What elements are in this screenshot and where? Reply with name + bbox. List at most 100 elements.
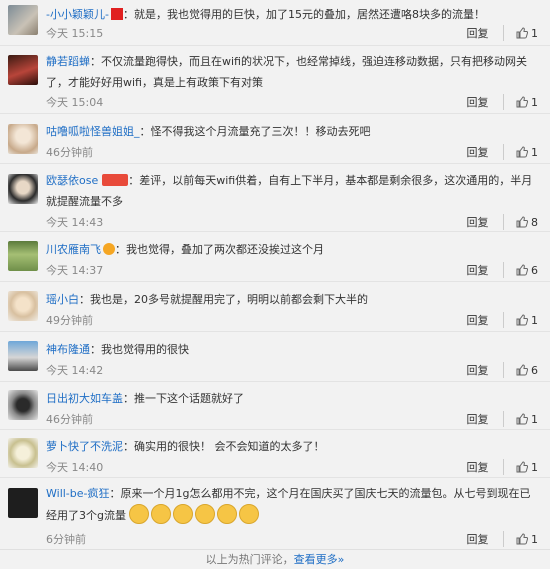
comment-item: 川农雁南飞 ：我也觉得，叠加了两次都还没挨过这个月 今天 14:37 回复 6	[0, 232, 550, 282]
comment-username[interactable]: 川农雁南飞	[46, 243, 101, 256]
comment-username[interactable]: 萝卜快了不洗泥	[46, 440, 123, 453]
reply-button[interactable]: 回复	[467, 411, 504, 427]
reply-button[interactable]: 回复	[467, 262, 504, 278]
comment-text: 确实用的很快！ 会不会知道的太多了！	[134, 440, 325, 453]
like-count: 1	[531, 146, 538, 159]
avatar[interactable]	[8, 438, 38, 468]
reply-button[interactable]: 回复	[467, 362, 504, 378]
thumbs-up-icon	[516, 146, 528, 158]
comment-text: 我也是，20多号就提醒用完了，明明以前都会剩下大半的	[90, 293, 368, 306]
thumbs-up-icon	[516, 96, 528, 108]
comment-time: 46分钟前	[46, 413, 93, 426]
like-button[interactable]: 6	[504, 264, 538, 277]
emoji-icon	[129, 504, 150, 524]
avatar[interactable]	[8, 291, 38, 321]
view-more-link[interactable]: 查看更多»	[294, 553, 345, 566]
comment-item: 瑶小白：我也是，20多号就提醒用完了，明明以前都会剩下大半的 49分钟前 回复 …	[0, 282, 550, 332]
avatar[interactable]	[8, 488, 38, 518]
comment-time: 今天 15:15	[46, 27, 104, 40]
thumbs-up-icon	[516, 413, 528, 425]
comment-text: 我也觉得用的很快	[101, 343, 189, 356]
comment-username[interactable]: 日出初大如车盖	[46, 392, 123, 405]
reply-button[interactable]: 回复	[467, 25, 504, 41]
vip-badge-icon	[110, 8, 123, 20]
like-button[interactable]: 8	[504, 216, 538, 229]
like-count: 1	[531, 413, 538, 426]
thumbs-up-icon	[516, 314, 528, 326]
reply-button[interactable]: 回复	[467, 459, 504, 475]
like-count: 6	[531, 364, 538, 377]
reply-button[interactable]: 回复	[467, 531, 504, 547]
comment-item: 欧瑟依ose ：差评，以前每天wifi供着，自有上下半月，基本都是剩余很多，这次通…	[0, 164, 550, 232]
like-count: 1	[531, 533, 538, 546]
thumbs-up-icon	[516, 264, 528, 276]
comment-username[interactable]: -小小颖颖儿-	[46, 8, 109, 21]
like-button[interactable]: 1	[504, 146, 538, 159]
like-button[interactable]: 1	[504, 461, 538, 474]
comment-username[interactable]: 神布隆通	[46, 343, 90, 356]
avatar[interactable]	[8, 390, 38, 420]
member-badge-icon	[102, 174, 129, 186]
comment-time: 49分钟前	[46, 314, 93, 327]
like-count: 1	[531, 461, 538, 474]
comment-username[interactable]: 咕噜呱啦怪兽姐姐_	[46, 125, 140, 138]
like-button[interactable]: 6	[504, 364, 538, 377]
like-button[interactable]: 1	[504, 27, 538, 40]
avatar[interactable]	[8, 174, 38, 204]
reply-button[interactable]: 回复	[467, 94, 504, 110]
reply-button[interactable]: 回复	[467, 214, 504, 230]
emoji-icon	[173, 504, 194, 524]
avatar[interactable]	[8, 124, 38, 154]
avatar[interactable]	[8, 5, 38, 35]
comment-time: 今天 14:40	[46, 461, 104, 474]
thumbs-up-icon	[516, 27, 528, 39]
comment-time: 今天 14:42	[46, 364, 104, 377]
like-count: 1	[531, 27, 538, 40]
like-button[interactable]: 1	[504, 96, 538, 109]
like-button[interactable]: 1	[504, 413, 538, 426]
comment-item: 静若蹈蝉：不仅流量跑得快，而且在wifi的状况下，也经常掉线，强迫连移动数据，只…	[0, 46, 550, 114]
avatar[interactable]	[8, 55, 38, 85]
comment-time: 6分钟前	[46, 533, 86, 546]
like-count: 1	[531, 96, 538, 109]
comment-item: Will-be-疯狂：原来一个月1g怎么都用不完，这个月在国庆买了国庆七天的流量…	[0, 478, 550, 548]
comment-text: 怪不得我这个月流量充了三次！！移动去死吧	[150, 125, 371, 138]
comment-username[interactable]: 静若蹈蝉	[46, 55, 90, 68]
like-count: 1	[531, 314, 538, 327]
comment-username[interactable]: 瑶小白	[46, 293, 79, 306]
thumbs-up-icon	[516, 364, 528, 376]
comment-time: 46分钟前	[46, 146, 93, 159]
comment-time: 今天 14:43	[46, 216, 104, 229]
reply-button[interactable]: 回复	[467, 312, 504, 328]
verified-badge-icon	[103, 243, 115, 255]
emoji-icon	[151, 504, 172, 524]
comment-item: 萝卜快了不洗泥：确实用的很快！ 会不会知道的太多了！ 今天 14:40 回复 1	[0, 430, 550, 478]
emoji-icon	[195, 504, 216, 524]
thumbs-up-icon	[516, 461, 528, 473]
comment-text: 我也觉得，叠加了两次都还没挨过这个月	[126, 243, 324, 256]
hot-comments-footer: 以上为热门评论，查看更多»	[0, 549, 550, 568]
comment-item: -小小颖颖儿- ：就是，我也觉得用的巨快，加了15元的叠加，居然还遭咯8块多的流量…	[0, 0, 550, 46]
footer-text: 以上为热门评论，	[205, 553, 294, 566]
emoji-icon	[239, 504, 260, 524]
comment-text: 不仅流量跑得快，而且在wifi的状况下，也经常掉线，强迫连移动数据，只有把移动网…	[46, 55, 527, 89]
avatar[interactable]	[8, 241, 38, 271]
comment-time: 今天 14:37	[46, 264, 104, 277]
emoji-icon	[217, 504, 238, 524]
comment-text: 就是，我也觉得用的巨快，加了15元的叠加，居然还遭咯8块多的流量！	[133, 8, 485, 21]
thumbs-up-icon	[516, 533, 528, 545]
comment-text: 推一下这个话题就好了	[134, 392, 244, 405]
comment-item: 神布隆通：我也觉得用的很快 今天 14:42 回复 6	[0, 332, 550, 382]
comment-item: 咕噜呱啦怪兽姐姐_：怪不得我这个月流量充了三次！！移动去死吧 46分钟前 回复 …	[0, 114, 550, 164]
like-button[interactable]: 1	[504, 314, 538, 327]
like-count: 6	[531, 264, 538, 277]
comment-time: 今天 15:04	[46, 96, 104, 109]
thumbs-up-icon	[516, 216, 528, 228]
comment-item: 日出初大如车盖：推一下这个话题就好了 46分钟前 回复 1	[0, 382, 550, 430]
like-count: 8	[531, 216, 538, 229]
avatar[interactable]	[8, 341, 38, 371]
reply-button[interactable]: 回复	[467, 144, 504, 160]
comment-username[interactable]: 欧瑟依ose	[46, 174, 98, 187]
like-button[interactable]: 1	[504, 533, 538, 546]
comment-username[interactable]: Will-be-疯狂	[46, 487, 110, 500]
